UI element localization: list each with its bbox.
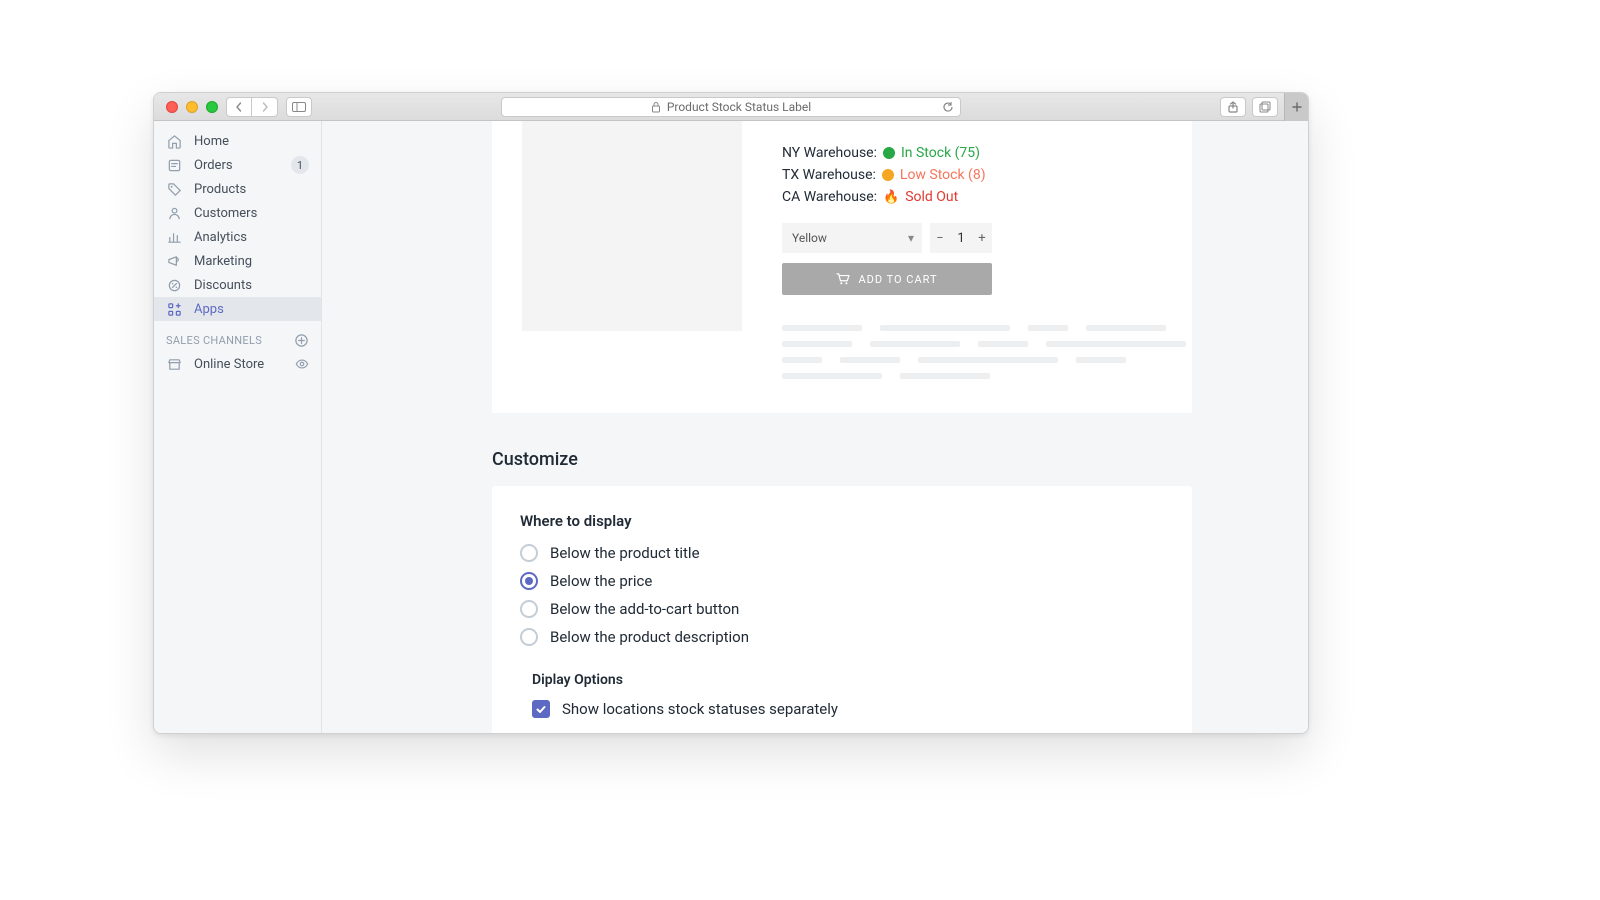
description-placeholder bbox=[782, 325, 1186, 379]
stock-line: NY Warehouse: In Stock (75) bbox=[782, 145, 1186, 161]
minimize-window-button[interactable] bbox=[186, 101, 198, 113]
lock-icon bbox=[651, 101, 661, 113]
analytics-icon bbox=[166, 229, 182, 245]
sidebar-item-customers[interactable]: Customers bbox=[154, 201, 321, 225]
variant-select[interactable]: Yellow ▾ bbox=[782, 223, 922, 253]
close-window-button[interactable] bbox=[166, 101, 178, 113]
sidebar-item-label: Marketing bbox=[194, 254, 252, 269]
sidebar-item-label: Orders bbox=[194, 158, 233, 173]
sidebar-item-marketing[interactable]: Marketing bbox=[154, 249, 321, 273]
discount-icon bbox=[166, 277, 182, 293]
stock-status: In Stock (75) bbox=[901, 145, 980, 161]
person-icon bbox=[166, 205, 182, 221]
display-option[interactable]: Show locations stock statuses separately bbox=[532, 700, 1164, 718]
radio-button[interactable] bbox=[520, 628, 538, 646]
sidebar-toggle-button[interactable] bbox=[286, 97, 312, 117]
sales-channels-label: SALES CHANNELS bbox=[166, 334, 262, 347]
fire-icon: 🔥 bbox=[883, 190, 899, 205]
where-to-display-title: Where to display bbox=[520, 512, 1164, 530]
reload-button[interactable] bbox=[942, 101, 954, 113]
sales-channels-heading: SALES CHANNELS bbox=[154, 321, 321, 352]
forward-button[interactable] bbox=[252, 97, 278, 117]
where-option[interactable]: Below the add-to-cart button bbox=[520, 600, 1164, 618]
radio-button[interactable] bbox=[520, 600, 538, 618]
sidebar-item-label: Analytics bbox=[194, 230, 247, 245]
customize-card: Where to display Below the product title… bbox=[492, 486, 1192, 733]
megaphone-icon bbox=[166, 253, 182, 269]
where-option[interactable]: Below the price bbox=[520, 572, 1164, 590]
where-option[interactable]: Below the product description bbox=[520, 628, 1164, 646]
titlebar: Product Stock Status Label bbox=[154, 93, 1308, 121]
customize-heading: Customize bbox=[492, 449, 1192, 470]
display-options-title: Diplay Options bbox=[532, 672, 1164, 688]
where-option[interactable]: Below the product title bbox=[520, 544, 1164, 562]
add-to-cart-label: ADD TO CART bbox=[858, 273, 937, 286]
orders-icon bbox=[166, 157, 182, 173]
preview-card: NY Warehouse: In Stock (75) TX Warehouse: L… bbox=[492, 121, 1192, 413]
status-dot-icon bbox=[882, 169, 894, 181]
sidebar-item-orders[interactable]: Orders 1 bbox=[154, 153, 321, 177]
stock-line: CA Warehouse: 🔥 Sold Out bbox=[782, 189, 1186, 205]
sidebar-item-online-store[interactable]: Online Store bbox=[154, 352, 321, 376]
page-title: Product Stock Status Label bbox=[667, 100, 811, 114]
tabs-button[interactable] bbox=[1252, 97, 1278, 117]
radio-button[interactable] bbox=[520, 544, 538, 562]
sidebar-item-label: Home bbox=[194, 134, 229, 149]
sidebar-item-label: Discounts bbox=[194, 278, 252, 293]
sidebar-item-label: Online Store bbox=[194, 357, 264, 372]
sidebar-item-discounts[interactable]: Discounts bbox=[154, 273, 321, 297]
quantity-stepper: − 1 + bbox=[930, 223, 992, 253]
home-icon bbox=[166, 133, 182, 149]
sidebar-item-label: Products bbox=[194, 182, 246, 197]
share-button[interactable] bbox=[1220, 97, 1246, 117]
chevron-down-icon: ▾ bbox=[908, 231, 914, 245]
view-store-icon[interactable] bbox=[295, 357, 309, 371]
stock-status: Sold Out bbox=[905, 189, 958, 205]
product-image-placeholder bbox=[522, 121, 742, 331]
sidebar-item-analytics[interactable]: Analytics bbox=[154, 225, 321, 249]
new-tab-button[interactable] bbox=[1284, 93, 1308, 121]
radio-button[interactable] bbox=[520, 572, 538, 590]
option-label: Below the product description bbox=[550, 628, 749, 646]
variant-value: Yellow bbox=[792, 231, 827, 245]
qty-increase-button[interactable]: + bbox=[972, 223, 992, 253]
sidebar-item-products[interactable]: Products bbox=[154, 177, 321, 201]
main-content: NY Warehouse: In Stock (75) TX Warehouse: L… bbox=[322, 121, 1308, 733]
tag-icon bbox=[166, 181, 182, 197]
stock-line: TX Warehouse: Low Stock (8) bbox=[782, 167, 1186, 183]
option-label: Below the price bbox=[550, 572, 652, 590]
option-label: Show locations stock statuses separately bbox=[562, 700, 838, 718]
stock-prefix: CA Warehouse: bbox=[782, 189, 877, 205]
add-channel-button[interactable] bbox=[294, 333, 309, 348]
apps-icon bbox=[166, 301, 182, 317]
browser-window: Product Stock Status Label bbox=[153, 92, 1309, 734]
stock-status: Low Stock (8) bbox=[900, 167, 986, 183]
address-bar[interactable]: Product Stock Status Label bbox=[501, 97, 961, 117]
store-icon bbox=[166, 356, 182, 372]
stock-prefix: TX Warehouse: bbox=[782, 167, 876, 183]
option-label: Below the product title bbox=[550, 544, 700, 562]
status-dot-icon bbox=[883, 147, 895, 159]
window-controls bbox=[162, 101, 218, 113]
sidebar-item-home[interactable]: Home bbox=[154, 129, 321, 153]
option-label: Below the add-to-cart button bbox=[550, 600, 739, 618]
qty-decrease-button[interactable]: − bbox=[930, 223, 950, 253]
checkbox[interactable] bbox=[532, 700, 550, 718]
cart-icon bbox=[836, 273, 850, 285]
stock-prefix: NY Warehouse: bbox=[782, 145, 877, 161]
admin-sidebar: Home Orders 1 Products bbox=[154, 121, 322, 733]
zoom-window-button[interactable] bbox=[206, 101, 218, 113]
back-button[interactable] bbox=[226, 97, 252, 117]
sidebar-item-label: Apps bbox=[194, 302, 224, 317]
orders-badge: 1 bbox=[291, 156, 309, 174]
sidebar-item-label: Customers bbox=[194, 206, 257, 221]
qty-value: 1 bbox=[950, 223, 972, 253]
add-to-cart-button[interactable]: ADD TO CART bbox=[782, 263, 992, 295]
sidebar-item-apps[interactable]: Apps bbox=[154, 297, 321, 321]
